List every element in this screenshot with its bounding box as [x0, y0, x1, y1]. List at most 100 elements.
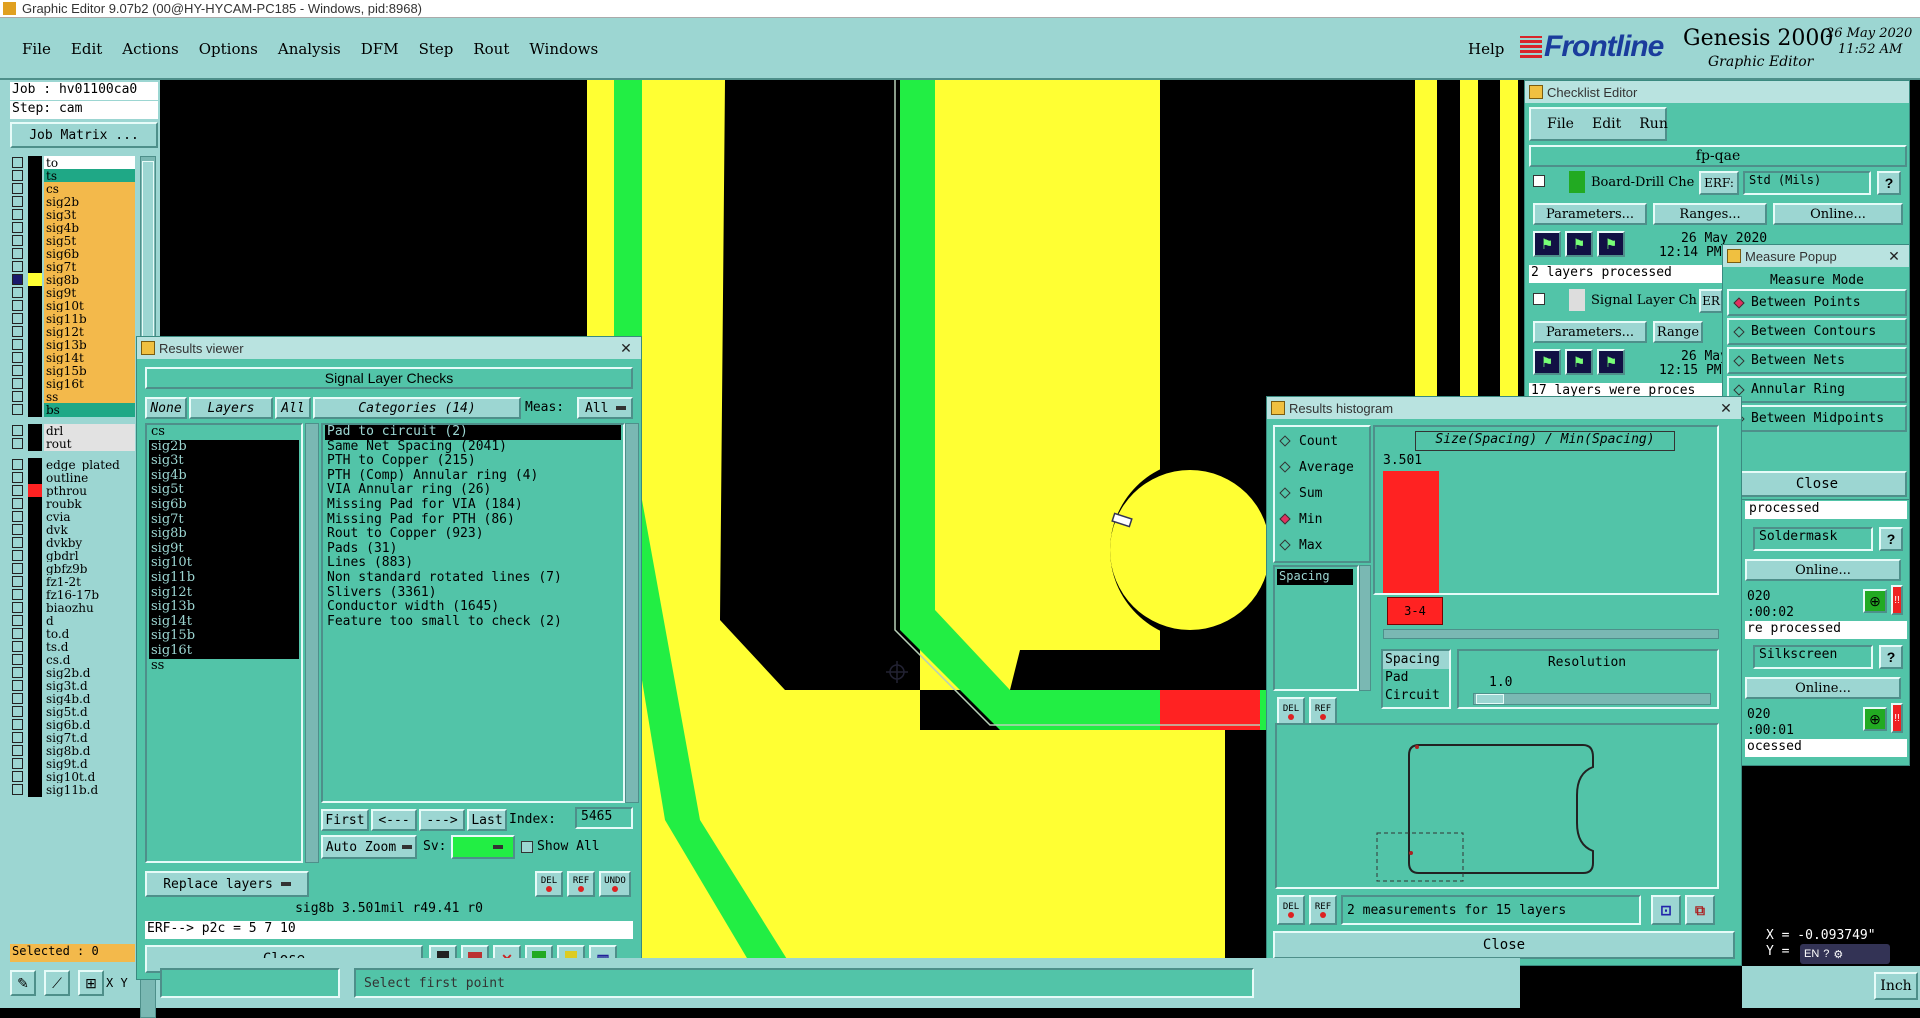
layer-affected-cell[interactable]: [28, 601, 42, 615]
layer-affected-cell[interactable]: [28, 390, 42, 404]
layer-checkbox[interactable]: [12, 758, 23, 769]
results-layer-item[interactable]: cs: [149, 424, 299, 440]
results-layer-item[interactable]: sig9t: [149, 541, 299, 557]
prev-button[interactable]: <---: [371, 809, 417, 831]
menu-actions[interactable]: Actions: [122, 40, 178, 58]
results-layer-item[interactable]: sig10t: [149, 556, 299, 571]
layer-checkbox[interactable]: [12, 654, 23, 665]
layer-affected-cell[interactable]: [28, 273, 42, 287]
layer-affected-cell[interactable]: [28, 744, 42, 758]
layer-affected-cell[interactable]: [28, 549, 42, 563]
category-item[interactable]: Missing Pad for PTH (86): [325, 512, 621, 528]
units-button[interactable]: Inch: [1874, 972, 1918, 1000]
last-button[interactable]: Last: [467, 809, 507, 831]
layer-checkbox[interactable]: [12, 261, 23, 272]
results-layer-item[interactable]: sig3t: [149, 454, 299, 469]
measure-option[interactable]: Between Points: [1727, 289, 1907, 316]
layer-affected-cell[interactable]: [28, 757, 42, 771]
hist-del-button-2[interactable]: DEL: [1277, 895, 1305, 925]
results-viewer-titlebar[interactable]: Results viewer ✕: [137, 337, 641, 359]
layers-button[interactable]: Layers: [189, 397, 273, 419]
next-button[interactable]: --->: [419, 809, 465, 831]
results-layer-item[interactable]: sig14t: [149, 614, 299, 630]
erf-button-1[interactable]: ERF:: [1699, 171, 1739, 195]
layer-affected-cell[interactable]: [28, 247, 42, 261]
layer-affected-cell[interactable]: [28, 424, 42, 438]
ime-toolbar[interactable]: EN ? ⚙: [1800, 944, 1890, 964]
check-flag-icon[interactable]: [1533, 175, 1545, 187]
results-layer-item[interactable]: sig13b: [149, 600, 299, 615]
category-item[interactable]: Lines (883): [325, 556, 621, 571]
category-item[interactable]: Pads (31): [325, 541, 621, 557]
layer-checkbox[interactable]: [12, 498, 23, 509]
results-layer-item[interactable]: sig2b: [149, 439, 299, 455]
online-button-1[interactable]: Online...: [1773, 203, 1903, 225]
layer-affected-cell[interactable]: [28, 666, 42, 680]
layer-checkbox[interactable]: [12, 628, 23, 639]
index-input[interactable]: 5465: [575, 807, 633, 829]
layer-affected-cell[interactable]: [28, 692, 42, 706]
layer-affected-cell[interactable]: [28, 221, 42, 235]
erf-button-2[interactable]: ER: [1699, 289, 1723, 313]
layer-checkbox[interactable]: [12, 784, 23, 795]
layer-affected-cell[interactable]: [28, 351, 42, 365]
results-layer-item[interactable]: sig8b: [149, 527, 299, 542]
menu-options[interactable]: Options: [199, 40, 258, 58]
menu-file[interactable]: File: [22, 40, 51, 58]
measure-option[interactable]: Between Contours: [1727, 318, 1907, 345]
layer-checkbox[interactable]: [12, 300, 23, 311]
layer-checkbox[interactable]: [12, 615, 23, 626]
layer-checkbox[interactable]: [12, 339, 23, 350]
all-button[interactable]: All: [275, 397, 311, 419]
ranges-button-2[interactable]: Range: [1653, 321, 1703, 343]
layer-checkbox[interactable]: [12, 472, 23, 483]
layer-affected-cell[interactable]: [28, 614, 42, 628]
layer-checkbox[interactable]: [12, 602, 23, 613]
layer-affected-cell[interactable]: [28, 705, 42, 719]
run-icon-2c[interactable]: ⚑: [1597, 349, 1625, 375]
layer-affected-cell[interactable]: [28, 627, 42, 641]
histogram-close-button[interactable]: Close: [1273, 931, 1735, 959]
category-item[interactable]: PTH to Copper (215): [325, 454, 621, 469]
run-icon-2b[interactable]: ⚑: [1565, 349, 1593, 375]
layer-affected-cell[interactable]: [28, 640, 42, 654]
category-item[interactable]: Same Net Spacing (2041): [325, 439, 621, 455]
measure-popup-titlebar[interactable]: Measure Popup ✕: [1723, 245, 1909, 267]
category-item[interactable]: VIA Annular ring (26): [325, 483, 621, 498]
results-layer-item[interactable]: sig7t: [149, 512, 299, 528]
results-layer-item[interactable]: sig4b: [149, 468, 299, 484]
layer-affected-cell[interactable]: [28, 169, 42, 183]
checklist-menu-edit[interactable]: Edit: [1592, 116, 1621, 132]
layer-affected-cell[interactable]: [28, 718, 42, 732]
close-icon[interactable]: ✕: [1883, 247, 1905, 265]
layer-affected-cell[interactable]: [28, 679, 42, 693]
tool-button-1[interactable]: ✎: [10, 970, 36, 996]
none-button[interactable]: None: [145, 397, 187, 419]
results-layer-item[interactable]: ss: [149, 658, 299, 674]
menu-dfm[interactable]: DFM: [361, 40, 399, 58]
hist-tool-2[interactable]: ⧉: [1685, 895, 1715, 925]
layer-checkbox[interactable]: [12, 235, 23, 246]
menu-edit[interactable]: Edit: [71, 40, 102, 58]
layer-row-sig11b.d[interactable]: sig11b.d: [10, 783, 135, 798]
category-list-vscroll[interactable]: [625, 423, 639, 803]
menu-step[interactable]: Step: [419, 40, 454, 58]
layer-checkbox[interactable]: [12, 511, 23, 522]
layer-checkbox[interactable]: [12, 352, 23, 363]
zoom-icon-sm[interactable]: ⊕: [1863, 589, 1887, 613]
close-icon[interactable]: ✕: [1715, 399, 1737, 417]
meas-select[interactable]: All: [577, 397, 633, 419]
run-icon-1a[interactable]: ⚑: [1533, 231, 1561, 257]
layer-checkbox[interactable]: [12, 693, 23, 704]
layer-checkbox[interactable]: [12, 459, 23, 470]
histogram-bar-2[interactable]: 3-4: [1387, 597, 1443, 625]
results-layer-item[interactable]: sig11b: [149, 570, 299, 586]
measure-option[interactable]: Annular Ring: [1727, 376, 1907, 403]
histogram-type-item[interactable]: Spacing: [1277, 569, 1353, 585]
results-layer-item[interactable]: sig16t: [149, 643, 299, 659]
undo-button[interactable]: UNDO: [599, 871, 631, 897]
layer-checkbox[interactable]: [12, 667, 23, 678]
layer-checkbox[interactable]: [12, 745, 23, 756]
online-button-sm[interactable]: Online...: [1745, 559, 1901, 581]
layer-checkbox[interactable]: [12, 274, 23, 285]
